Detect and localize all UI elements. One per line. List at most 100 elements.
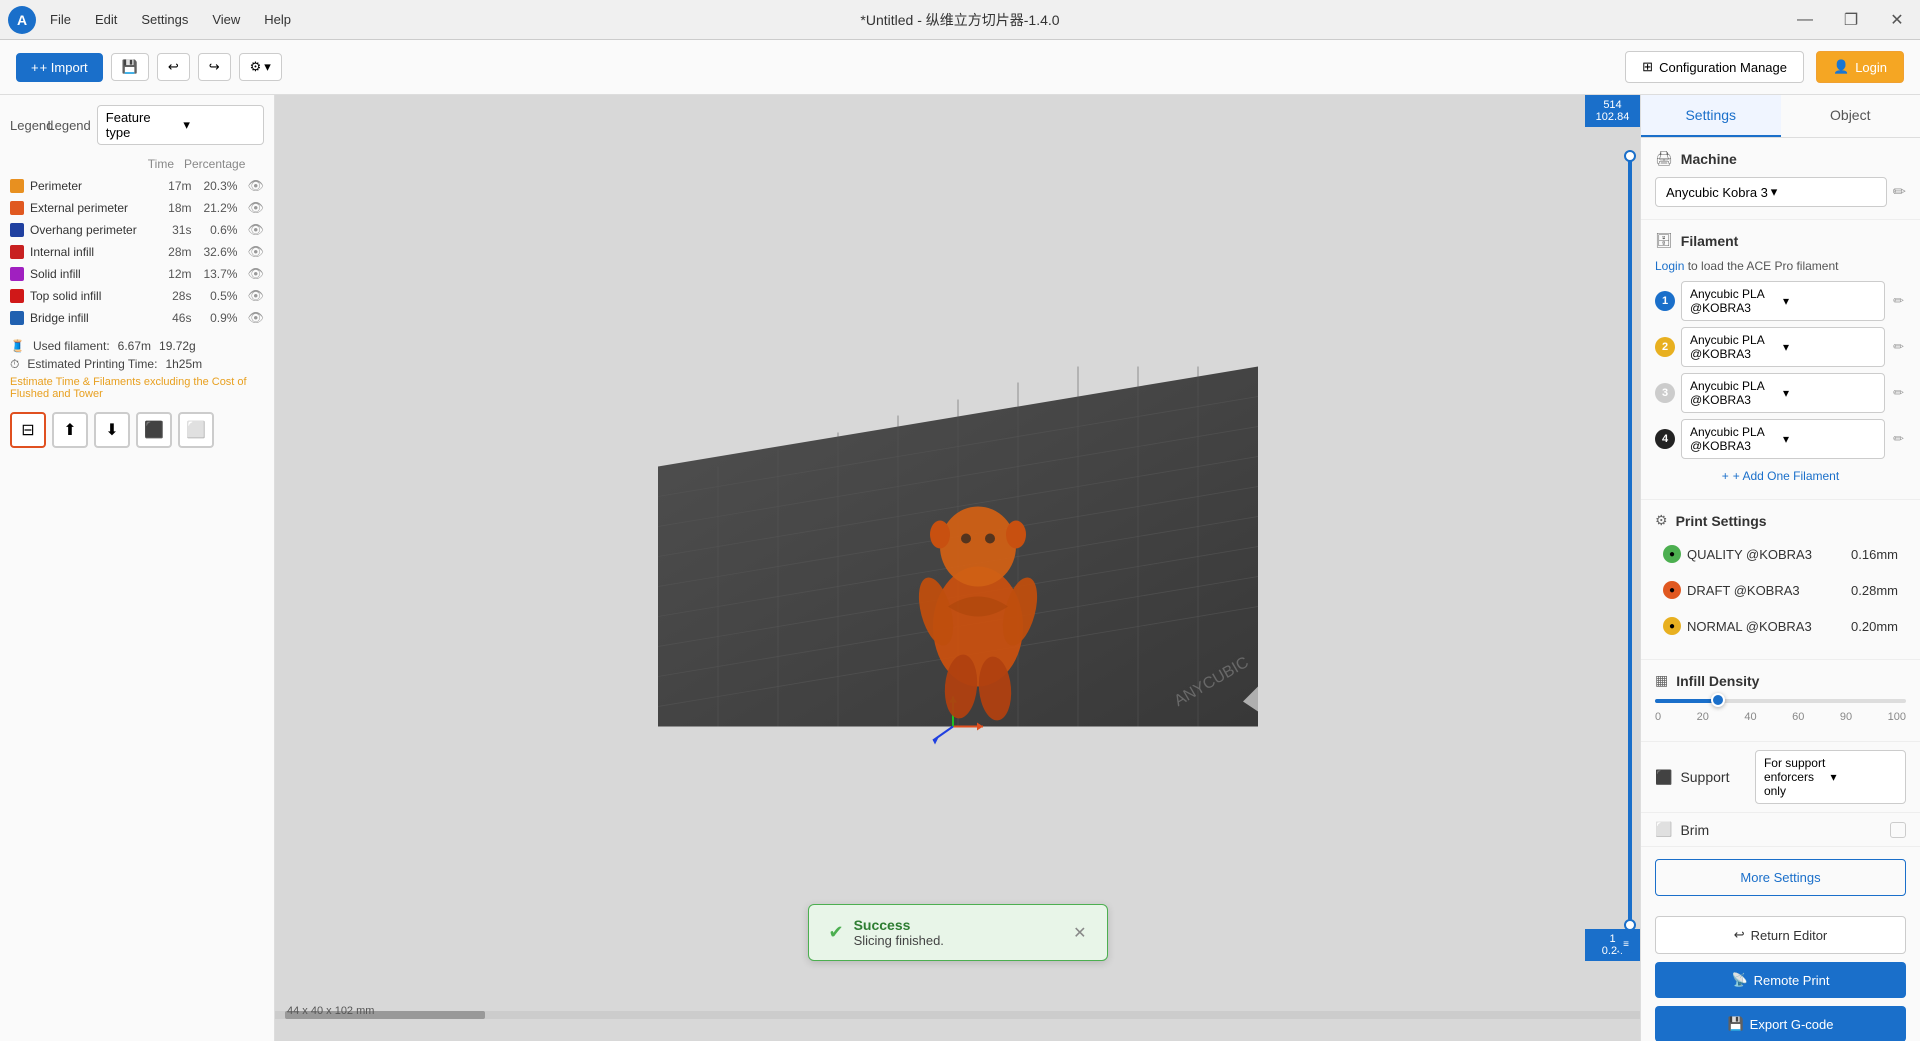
slice-view-button[interactable]: ⊟ — [10, 412, 46, 448]
visibility-toggle[interactable]: 👁 — [247, 178, 264, 194]
menu-edit[interactable]: Edit — [85, 8, 127, 31]
filament-row: 1 Anycubic PLA @KOBRA3 ▾ ✏ — [1655, 281, 1906, 321]
filament-name: Anycubic PLA @KOBRA3 — [1690, 333, 1783, 361]
filament-number-badge: 4 — [1655, 429, 1675, 449]
tab-settings[interactable]: Settings — [1641, 95, 1781, 137]
feature-type-dropdown[interactable]: Feature type ▾ — [97, 105, 264, 145]
menu-help[interactable]: Help — [254, 8, 301, 31]
object-view-button[interactable]: ⬛ — [136, 412, 172, 448]
wireframe-view-button[interactable]: ⬜ — [178, 412, 214, 448]
machine-select-dropdown[interactable]: Anycubic Kobra 3 ▾ — [1655, 177, 1887, 207]
legend-row-pct: 0.9% — [197, 311, 237, 325]
infill-title: Infill Density — [1676, 673, 1759, 689]
feature-type-label: Feature type — [106, 110, 178, 140]
filament-chevron-icon: ▾ — [1783, 432, 1876, 446]
filament-row: 2 Anycubic PLA @KOBRA3 ▾ ✏ — [1655, 327, 1906, 367]
canvas-area[interactable]: ANYCUBIC — [275, 95, 1640, 1041]
redo-button[interactable]: ↪ — [198, 53, 231, 81]
visibility-toggle[interactable]: 👁 — [247, 266, 264, 282]
import-label: + Import — [40, 60, 88, 75]
filament-icon: 🧵 — [10, 339, 25, 353]
remote-print-button[interactable]: 📡 Remote Print — [1655, 962, 1906, 998]
return-editor-button[interactable]: ↩ Return Editor — [1655, 916, 1906, 954]
visibility-toggle[interactable]: 👁 — [247, 200, 264, 216]
print-settings-title: Print Settings — [1676, 513, 1767, 529]
top-view-button[interactable]: ⬆ — [52, 412, 88, 448]
filament-edit-icon[interactable]: ✏ — [1891, 337, 1906, 357]
return-editor-label: Return Editor — [1751, 928, 1828, 943]
pct-col-header: Percentage — [184, 157, 244, 171]
legend-row-time: 46s — [156, 311, 191, 325]
undo-icon: ↩ — [168, 59, 179, 75]
undo-button[interactable]: ↩ — [157, 53, 190, 81]
toast-close-button[interactable]: ✕ — [1073, 923, 1086, 943]
legend-row-name: Perimeter — [30, 179, 150, 193]
machine-icon: 🖨 — [1655, 150, 1673, 167]
left-panel: Legend Legend Feature type ▾ Time Percen… — [0, 95, 275, 1041]
legend-row-name: Solid infill — [30, 267, 150, 281]
filament-edit-icon[interactable]: ✏ — [1891, 291, 1906, 311]
support-dropdown[interactable]: For support enforcers only ▾ — [1755, 750, 1906, 804]
plus-icon: + — [1722, 469, 1729, 483]
machine-name: Anycubic Kobra 3 — [1666, 185, 1771, 200]
toast-title: Success — [854, 917, 944, 933]
estimate-cost-link[interactable]: Estimate Time & Filaments excluding the … — [10, 376, 264, 400]
filament-select-dropdown[interactable]: Anycubic PLA @KOBRA3 ▾ — [1681, 281, 1885, 321]
menu-file[interactable]: File — [40, 8, 81, 31]
minimize-button[interactable]: — — [1782, 0, 1828, 40]
legend-row: Bridge infill 46s 0.9% 👁 — [10, 307, 264, 329]
used-filament-weight: 19.72g — [159, 339, 196, 353]
settings-gear-button[interactable]: ⚙ ▾ — [239, 53, 282, 81]
login-button[interactable]: 👤 Login — [1816, 51, 1904, 83]
infill-slider[interactable] — [1655, 699, 1906, 703]
legend-row-name: Bridge infill — [30, 311, 150, 325]
cube-icon: ⬛ — [144, 420, 164, 440]
filament-select-dropdown[interactable]: Anycubic PLA @KOBRA3 ▾ — [1681, 373, 1885, 413]
print-settings-row[interactable]: ● NORMAL @KOBRA3 0.20mm — [1655, 611, 1906, 641]
maximize-button[interactable]: ❐ — [1828, 0, 1874, 40]
import-button[interactable]: + + Import — [16, 53, 103, 82]
add-filament-button[interactable]: + + Add One Filament — [1655, 465, 1906, 487]
layer-top-indicator: 514 102.84 — [1585, 95, 1640, 127]
layers-toggle-button[interactable]: ≡ — [1618, 936, 1634, 953]
legend-row: External perimeter 18m 21.2% 👁 — [10, 197, 264, 219]
save-button[interactable]: 💾 — [111, 53, 149, 81]
tab-object[interactable]: Object — [1781, 95, 1920, 137]
visibility-toggle[interactable]: 👁 — [247, 244, 264, 260]
menu-settings[interactable]: Settings — [131, 8, 198, 31]
visibility-toggle[interactable]: 👁 — [247, 222, 264, 238]
machine-edit-icon[interactable]: ✏ — [1893, 182, 1906, 202]
filament-edit-icon[interactable]: ✏ — [1891, 429, 1906, 449]
save-icon: 💾 — [122, 59, 138, 75]
export-gcode-button[interactable]: 💾 Export G-code — [1655, 1006, 1906, 1041]
chevron-down-icon: ▾ — [1771, 184, 1876, 200]
print-settings-row[interactable]: ● DRAFT @KOBRA3 0.28mm — [1655, 575, 1906, 605]
close-button[interactable]: ✕ — [1874, 0, 1920, 40]
filament-login-link[interactable]: Login — [1655, 259, 1684, 273]
brim-checkbox[interactable] — [1890, 822, 1906, 838]
bottom-view-button[interactable]: ⬇ — [94, 412, 130, 448]
filament-select-dropdown[interactable]: Anycubic PLA @KOBRA3 ▾ — [1681, 419, 1885, 459]
legend-row: Internal infill 28m 32.6% 👁 — [10, 241, 264, 263]
time-col-header: Time — [139, 157, 174, 171]
legend-color-swatch — [10, 223, 24, 237]
filament-select-dropdown[interactable]: Anycubic PLA @KOBRA3 ▾ — [1681, 327, 1885, 367]
filament-number-badge: 2 — [1655, 337, 1675, 357]
filament-chevron-icon: ▾ — [1783, 294, 1876, 308]
visibility-toggle[interactable]: 👁 — [247, 310, 264, 326]
infill-slider-thumb[interactable] — [1711, 693, 1725, 707]
legend-row-time: 28m — [156, 245, 191, 259]
top-icon: ⬆ — [63, 420, 76, 440]
print-quality-name: QUALITY @KOBRA3 — [1687, 547, 1845, 562]
canvas-scrollbar-horizontal[interactable] — [275, 1011, 1640, 1019]
filament-edit-icon[interactable]: ✏ — [1891, 383, 1906, 403]
print-settings-row[interactable]: ● QUALITY @KOBRA3 0.16mm — [1655, 539, 1906, 569]
infill-slider-container: 0 20 40 60 90 100 — [1655, 699, 1906, 723]
used-filament-label: Used filament: — [33, 339, 110, 353]
menu-view[interactable]: View — [202, 8, 250, 31]
visibility-toggle[interactable]: 👁 — [247, 288, 264, 304]
config-manage-button[interactable]: ⊞ Configuration Manage — [1625, 51, 1804, 83]
layer-top-handle[interactable] — [1624, 150, 1636, 162]
wireframe-icon: ⬜ — [186, 420, 206, 440]
more-settings-button[interactable]: More Settings — [1655, 859, 1906, 896]
